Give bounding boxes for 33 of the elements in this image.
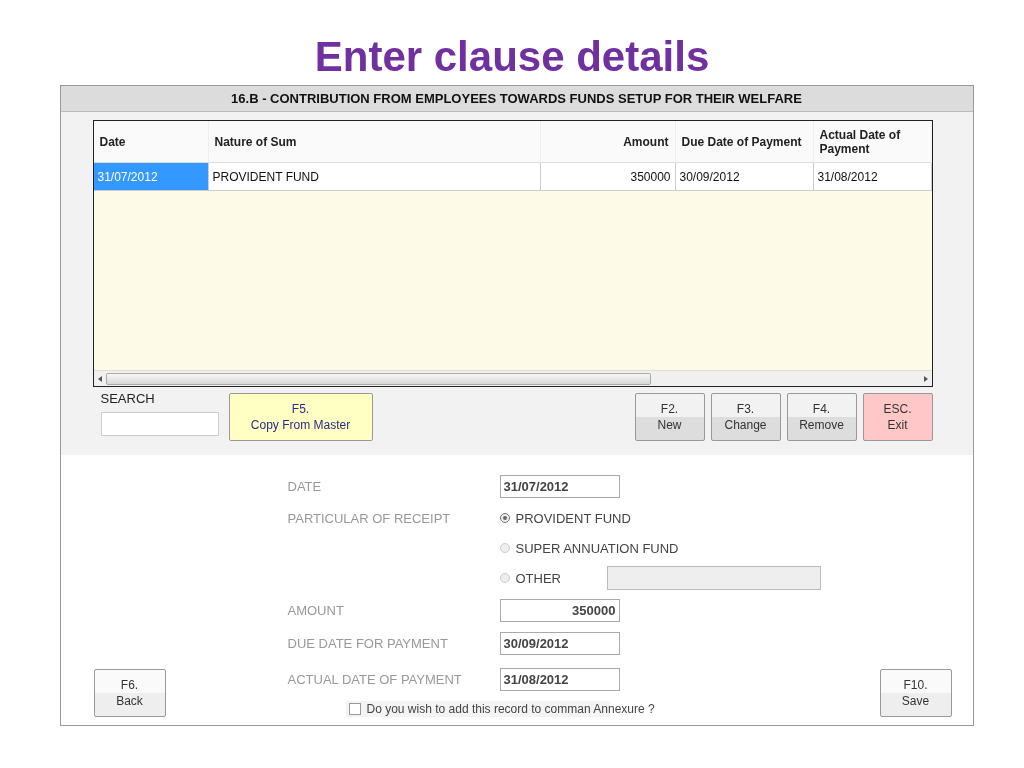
- form-label: AMOUNT: [287, 601, 345, 620]
- input-field[interactable]: 31/07/2012: [499, 474, 620, 498]
- table-cell: 31/07/2012: [93, 163, 209, 191]
- input-field[interactable]: 31/08/2012: [499, 667, 620, 691]
- table-cell: 30/09/2012: [675, 163, 814, 191]
- form-label: DATE: [287, 477, 323, 496]
- toolbar-button[interactable]: F4. Remove: [786, 393, 857, 441]
- copy-from-master-button[interactable]: F5. Copy From Master: [228, 393, 373, 441]
- page-heading: Enter clause details: [314, 32, 710, 82]
- save-button[interactable]: F10. Save: [879, 669, 952, 717]
- form-label: ACTUAL DATE OF PAYMENT: [287, 670, 463, 689]
- column-header[interactable]: Due Date of Payment: [675, 121, 814, 163]
- checkbox-label: Do you wish to add this record to comman Annexure ?: [366, 702, 655, 716]
- window-title: 16.B - CONTRIBUTION FROM EMPLOYEES TOWARDS FUNDS SETUP FOR THEIR WELFARE: [60, 86, 973, 112]
- search-label: SEARCH: [100, 391, 156, 406]
- table-cell: 350000: [540, 163, 676, 191]
- input-field[interactable]: 30/09/2012: [499, 632, 620, 655]
- form-label: DUE DATE FOR PAYMENT: [287, 635, 449, 653]
- column-header[interactable]: Amount: [540, 121, 676, 163]
- radio-label: PROVIDENT FUND: [515, 510, 631, 526]
- table-cell: PROVIDENT FUND: [208, 163, 541, 191]
- toolbar-button[interactable]: F3. Change: [710, 393, 781, 441]
- input-field[interactable]: 350000: [499, 598, 620, 622]
- back-button[interactable]: F6. Back: [93, 669, 166, 717]
- radio-label: OTHER: [515, 570, 561, 586]
- table-cell: 31/08/2012: [813, 163, 932, 191]
- column-header[interactable]: Nature of Sum: [208, 121, 541, 163]
- column-header[interactable]: Actual Date of Payment: [813, 121, 932, 163]
- toolbar-button[interactable]: F2. New: [634, 393, 705, 441]
- toolbar-button[interactable]: ESC. Exit: [862, 393, 933, 441]
- column-header[interactable]: Date: [93, 121, 209, 163]
- form-label: PARTICULAR OF RECEIPT: [287, 509, 452, 528]
- radio-label: SUPER ANNUATION FUND: [515, 540, 679, 556]
